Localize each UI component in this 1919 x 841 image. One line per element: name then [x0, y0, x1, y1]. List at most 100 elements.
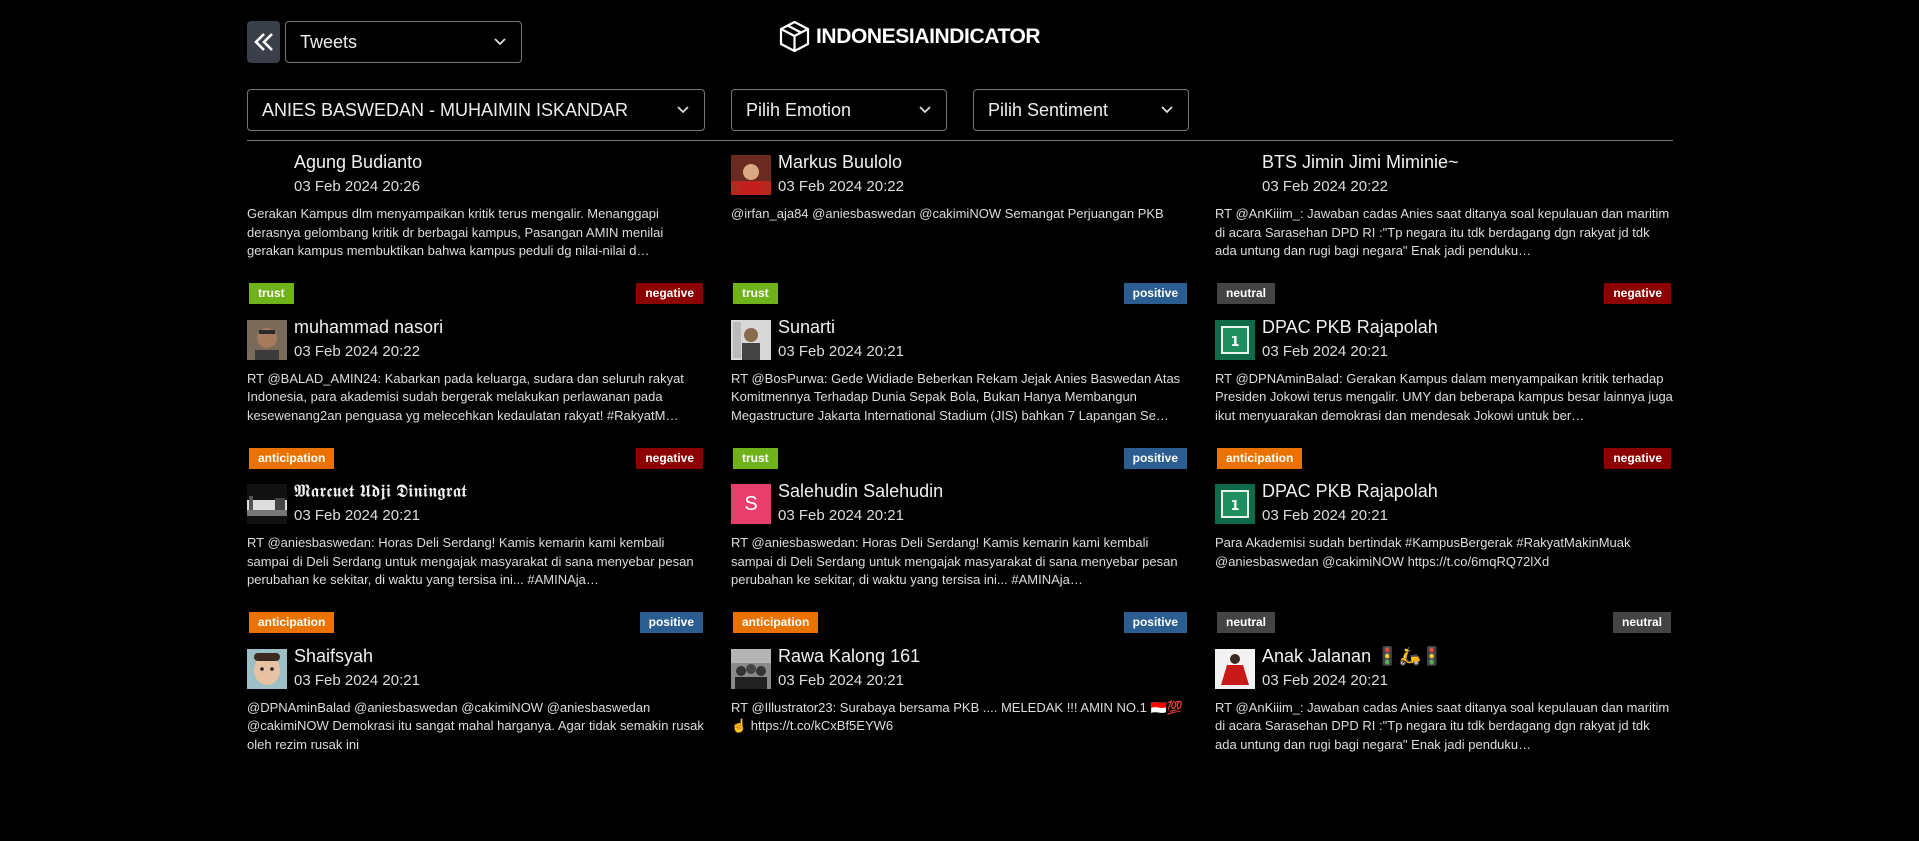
tweet-author[interactable]: muhammad nasori	[294, 317, 443, 338]
emotion-badge: anticipation	[249, 447, 335, 469]
tweet-author[interactable]: Rawa Kalong 161	[778, 646, 920, 667]
tweet-author[interactable]: BTS Jimin Jimi Miminie~	[1262, 152, 1459, 173]
sentiment-badge: negative	[1604, 283, 1671, 304]
tweet-text: @irfan_aja84 @aniesbaswedan @cakimiNOW S…	[731, 206, 1164, 221]
tweet-text: RT @BosPurwa: Gede Widiade Beberkan Reka…	[731, 370, 1181, 423]
avatar	[247, 648, 287, 689]
tweet-date: 03 Feb 2024 20:22	[294, 342, 420, 360]
tweet-text: RT @AnKiiim_: Jawaban cadas Anies saat d…	[1215, 699, 1670, 752]
emotion-badge: neutral	[1217, 283, 1276, 304]
candidate-select[interactable]: ANIES BASWEDAN - MUHAIMIN ISKANDAR	[247, 89, 705, 131]
tweet-text: RT @DPNAminBalad: Gerakan Kampus dalam m…	[1215, 370, 1673, 423]
sentiment-badge: positive	[1123, 447, 1187, 469]
avatar	[247, 484, 287, 524]
view-type-select[interactable]: Tweets	[285, 21, 522, 63]
sentiment-badge: negative	[636, 283, 703, 304]
tweet-text: RT @BALAD_AMIN24: Kabarkan pada keluarga…	[247, 370, 684, 423]
tweet-text: Gerakan Kampus dlm menyampaikan kritik t…	[247, 206, 664, 258]
collapse-button[interactable]	[247, 21, 280, 63]
tweet-card[interactable]: 1 DPAC PKB Rajapolah 03 Feb 2024 20:21 Para…	[1215, 474, 1673, 639]
sentiment-badge: negative	[1604, 447, 1671, 469]
tweet-card[interactable]: Markus Buulolo 03 Feb 2024 20:22 @irfan_aj…	[731, 145, 1189, 310]
tweet-card[interactable]: S Salehudin Salehudin 03 Feb 2024 20:21 RT …	[731, 474, 1189, 639]
tweet-text: RT @AnKiiim_: Jawaban cadas Anies saat d…	[1215, 206, 1670, 258]
tweet-author[interactable]: DPAC PKB Rajapolah	[1262, 481, 1438, 502]
avatar: 1	[1215, 484, 1255, 524]
emotion-badge: anticipation	[249, 612, 335, 633]
tweet-card[interactable]: muhammad nasori 03 Feb 2024 20:22 RT @BALA…	[247, 310, 705, 475]
tweet-card[interactable]: 𝕸𝖆𝖗𝖈𝖚𝖊𝖙 𝖀𝖉𝖏𝖎 𝕯𝖎𝖓𝖎𝖓𝖌𝖗𝖆𝖙 03 Feb 2024 20:21 R…	[247, 474, 705, 639]
cube-logo-icon	[779, 20, 810, 53]
avatar	[1215, 155, 1255, 195]
tweet-text: Para Akademisi sudah bertindak #KampusBe…	[1215, 535, 1631, 569]
avatar: 1	[1215, 319, 1255, 360]
tweet-author[interactable]: Salehudin Salehudin	[778, 481, 943, 502]
sentiment-badge: neutral	[1612, 612, 1671, 633]
emotion-select[interactable]: Pilih Emotion	[731, 89, 947, 131]
double-chevron-left-icon	[253, 33, 273, 51]
emotion-badge: trust	[733, 283, 778, 304]
tweet-date: 03 Feb 2024 20:22	[1262, 178, 1388, 195]
emotion-badge: trust	[733, 447, 778, 469]
tweet-date: 03 Feb 2024 20:21	[294, 671, 420, 689]
avatar	[247, 155, 287, 195]
tweet-card[interactable]: 1 DPAC PKB Rajapolah 03 Feb 2024 20:21 RT @…	[1215, 310, 1673, 475]
tweet-date: 03 Feb 2024 20:21	[778, 342, 904, 360]
tweet-date: 03 Feb 2024 20:21	[294, 507, 420, 524]
chevron-down-icon	[919, 106, 931, 114]
tweet-author[interactable]: Sunarti	[778, 317, 835, 338]
avatar: S	[731, 484, 771, 524]
chevron-down-icon	[677, 106, 689, 114]
tweet-date: 03 Feb 2024 20:21	[778, 507, 904, 524]
emotion-badge: anticipation	[1217, 447, 1303, 469]
svg-text:1: 1	[1230, 335, 1239, 350]
tweet-grid: Agung Budianto 03 Feb 2024 20:26 Gerakan K…	[247, 145, 1673, 752]
sentiment-select-value: Pilih Sentiment	[988, 99, 1109, 120]
tweet-author[interactable]: 𝕸𝖆𝖗𝖈𝖚𝖊𝖙 𝖀𝖉𝖏𝖎 𝕯𝖎𝖓𝖎𝖓𝖌𝖗𝖆𝖙	[294, 481, 467, 502]
filter-bar: ANIES BASWEDAN - MUHAIMIN ISKANDAR Pilih…	[247, 89, 1189, 131]
tweet-card[interactable]: BTS Jimin Jimi Miminie~ 03 Feb 2024 20:22…	[1215, 145, 1673, 310]
tweet-date: 03 Feb 2024 20:22	[778, 178, 904, 195]
logo: INDONESIAINDICATOR	[779, 20, 1041, 53]
sentiment-badge: positive	[639, 612, 703, 633]
tweet-date: 03 Feb 2024 20:21	[1262, 342, 1388, 360]
tweet-author[interactable]: Shaifsyah	[294, 646, 373, 667]
avatar	[731, 648, 771, 689]
sentiment-badge: negative	[636, 447, 703, 469]
emotion-select-value: Pilih Emotion	[746, 99, 852, 120]
tweet-author[interactable]: Agung Budianto	[294, 152, 422, 173]
tweet-text: @DPNAminBalad @aniesbaswedan @cakimiNOW …	[247, 699, 704, 752]
svg-text:1: 1	[1230, 499, 1239, 514]
avatar	[731, 155, 771, 195]
emotion-badge: neutral	[1217, 612, 1276, 633]
avatar	[731, 319, 771, 360]
chevron-down-icon	[1161, 106, 1173, 114]
avatar	[1215, 648, 1255, 689]
tweet-author[interactable]: Anak Jalanan 🚦🛵🚦	[1262, 646, 1443, 667]
view-type-value: Tweets	[300, 31, 358, 52]
sentiment-badge: positive	[1123, 612, 1187, 633]
tweet-date: 03 Feb 2024 20:21	[1262, 671, 1388, 689]
tweet-text: RT @aniesbaswedan: Horas Deli Serdang! K…	[247, 535, 694, 587]
tweet-card[interactable]: Sunarti 03 Feb 2024 20:21 RT @BosPurwa: Ge…	[731, 310, 1189, 475]
tweet-author[interactable]: Markus Buulolo	[778, 152, 902, 173]
sentiment-badge: positive	[1123, 283, 1187, 304]
emotion-badge: trust	[249, 283, 294, 304]
sentiment-select[interactable]: Pilih Sentiment	[973, 89, 1189, 131]
tweet-text: RT @Illustrator23: Surabaya bersama PKB …	[731, 699, 1183, 734]
logo-text: INDONESIAINDICATOR	[816, 24, 1041, 48]
tweet-date: 03 Feb 2024 20:21	[778, 671, 904, 689]
tweet-card[interactable]: Shaifsyah 03 Feb 2024 20:21 @DPNAminBalad …	[247, 639, 705, 753]
tweet-text: RT @aniesbaswedan: Horas Deli Serdang! K…	[731, 535, 1178, 587]
tweet-card[interactable]: Rawa Kalong 161 03 Feb 2024 20:21 RT @Illu…	[731, 639, 1189, 753]
tweet-card[interactable]: Anak Jalanan 🚦🛵🚦 03 Feb 2024 20:21 RT @AnK…	[1215, 639, 1673, 753]
tweet-card[interactable]: Agung Budianto 03 Feb 2024 20:26 Gerakan K…	[247, 145, 705, 310]
chevron-down-icon	[494, 38, 506, 46]
emotion-badge: anticipation	[733, 612, 819, 633]
candidate-select-value: ANIES BASWEDAN - MUHAIMIN ISKANDAR	[262, 99, 629, 120]
tweet-date: 03 Feb 2024 20:21	[1262, 507, 1388, 524]
top-controls: Tweets	[247, 21, 522, 63]
tweet-author[interactable]: DPAC PKB Rajapolah	[1262, 317, 1438, 338]
tweet-date: 03 Feb 2024 20:26	[294, 178, 420, 195]
divider	[247, 140, 1673, 141]
